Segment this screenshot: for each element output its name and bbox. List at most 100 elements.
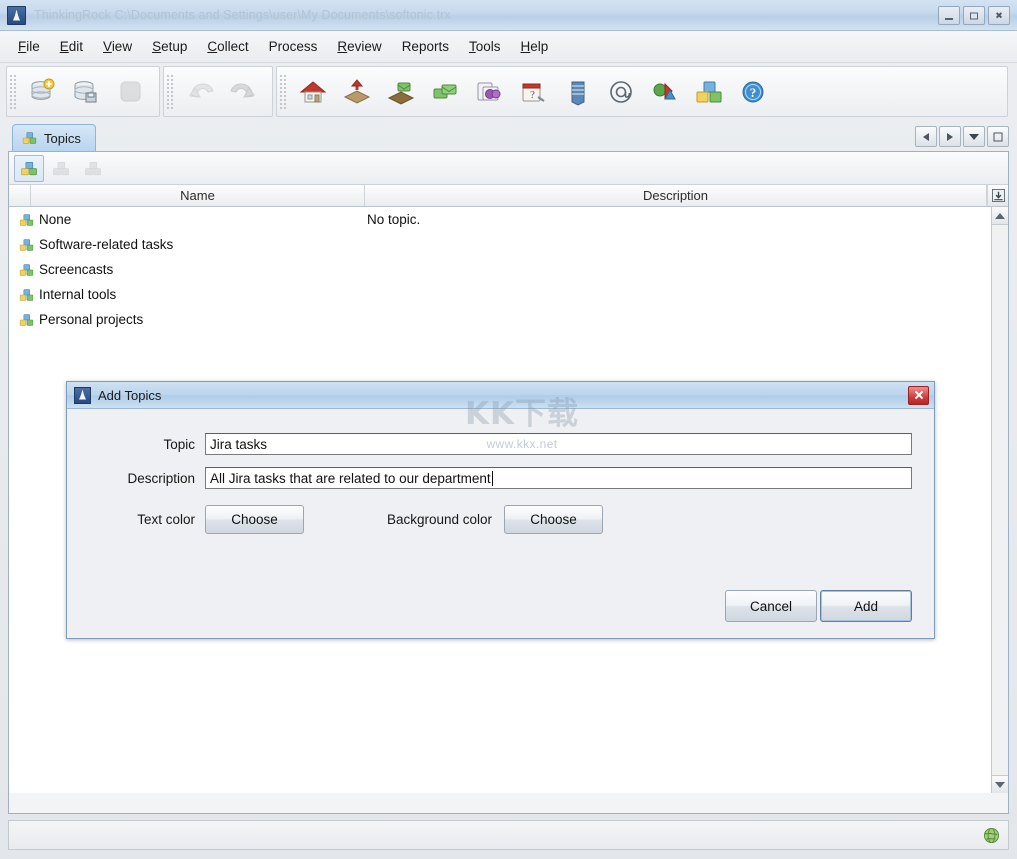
- dialog-title: Add Topics: [98, 388, 908, 403]
- table-settings-button[interactable]: [987, 185, 1008, 206]
- description-field-row: Description All Jira tasks that are rela…: [89, 467, 912, 489]
- toolbar-edit-group: [163, 66, 273, 117]
- topic-input-value: Jira tasks: [210, 437, 267, 452]
- chevron-down-icon: [995, 782, 1005, 788]
- column-header-name[interactable]: Name: [31, 185, 365, 206]
- vertical-scrollbar[interactable]: [991, 207, 1008, 793]
- window-controls: ✖: [938, 6, 1010, 25]
- topics-toolbar: [9, 152, 1008, 185]
- background-color-choose-button[interactable]: Choose: [504, 505, 603, 534]
- scroll-down-button[interactable]: [992, 775, 1008, 793]
- table-cell-name: Personal projects: [9, 312, 365, 328]
- table-row[interactable]: None No topic.: [9, 207, 1008, 232]
- window-titlebar: ThinkingRock C:\Documents and Settings\u…: [0, 0, 1017, 31]
- dialog-close-button[interactable]: [908, 386, 929, 405]
- topic-icon: [18, 287, 35, 303]
- topics-icon[interactable]: [687, 70, 731, 114]
- thinkingrock-icon: [74, 387, 91, 404]
- scroll-up-button[interactable]: [992, 207, 1008, 225]
- tab-scroll-right-button[interactable]: [939, 126, 961, 147]
- topic-input[interactable]: Jira tasks: [205, 433, 912, 455]
- chevron-left-icon: [923, 133, 929, 141]
- topic-icon: [18, 262, 35, 278]
- main-toolbar: ?: [6, 66, 1011, 117]
- topic-name: Personal projects: [39, 312, 143, 327]
- topic-icon: [18, 312, 35, 328]
- table-cell-name: Internal tools: [9, 287, 365, 303]
- application-window: ThinkingRock C:\Documents and Settings\u…: [0, 0, 1017, 859]
- table-row[interactable]: Internal tools: [9, 282, 1008, 307]
- thinkingrock-icon: [7, 6, 26, 25]
- menu-file[interactable]: File: [8, 35, 50, 58]
- topic-icon: [18, 237, 35, 253]
- tab-topics[interactable]: Topics: [12, 124, 96, 151]
- minimize-button[interactable]: [938, 6, 960, 25]
- tab-scroll-left-button[interactable]: [915, 126, 937, 147]
- menu-review[interactable]: Review: [327, 35, 391, 58]
- description-input[interactable]: All Jira tasks that are related to our d…: [205, 467, 912, 489]
- projects-icon[interactable]: [467, 70, 511, 114]
- background-color-label: Background color: [304, 512, 504, 527]
- table-row[interactable]: Personal projects: [9, 307, 1008, 332]
- add-topic-button[interactable]: [14, 155, 44, 182]
- database-blank-icon: [109, 70, 153, 114]
- database-save-icon[interactable]: [65, 70, 109, 114]
- future-items-icon[interactable]: ?: [511, 70, 555, 114]
- undo-icon: [178, 70, 222, 114]
- process-inbox-icon[interactable]: [379, 70, 423, 114]
- tab-navigation: [915, 126, 1009, 147]
- topic-name: Software-related tasks: [39, 237, 173, 252]
- svg-text:?: ?: [530, 89, 535, 101]
- globe-icon[interactable]: [983, 827, 1000, 844]
- menu-reports[interactable]: Reports: [392, 35, 459, 58]
- add-topics-dialog: Add Topics Topic Jira tasks Description …: [66, 381, 935, 639]
- edit-topic-button: [46, 155, 76, 182]
- toolbar-grip[interactable]: [166, 74, 175, 110]
- column-header-blank[interactable]: [9, 185, 31, 206]
- home-icon[interactable]: [291, 70, 335, 114]
- dialog-actions: Cancel Add: [725, 590, 912, 622]
- topic-field-row: Topic Jira tasks: [89, 433, 912, 455]
- maximize-icon: [994, 132, 1003, 141]
- description-input-value: All Jira tasks that are related to our d…: [210, 471, 491, 486]
- table-cell-name: None: [9, 212, 365, 228]
- tab-list-button[interactable]: [963, 126, 985, 147]
- table-row[interactable]: Software-related tasks: [9, 232, 1008, 257]
- menu-edit[interactable]: Edit: [50, 35, 93, 58]
- column-header-description[interactable]: Description: [365, 185, 987, 206]
- menu-tools[interactable]: Tools: [459, 35, 511, 58]
- close-icon: ✖: [995, 11, 1003, 20]
- help-icon[interactable]: ?: [731, 70, 775, 114]
- table-settings-icon: [992, 189, 1005, 202]
- reference-icon[interactable]: [555, 70, 599, 114]
- add-button[interactable]: Add: [820, 590, 912, 622]
- actions-icon[interactable]: [423, 70, 467, 114]
- menu-help[interactable]: Help: [510, 35, 558, 58]
- text-color-label: Text color: [89, 512, 205, 527]
- cancel-button[interactable]: Cancel: [725, 590, 817, 622]
- menu-process[interactable]: Process: [259, 35, 328, 58]
- menu-setup[interactable]: Setup: [142, 35, 197, 58]
- text-color-choose-button[interactable]: Choose: [205, 505, 304, 534]
- menu-collect[interactable]: Collect: [197, 35, 258, 58]
- criteria-icon[interactable]: [643, 70, 687, 114]
- maximize-button[interactable]: [963, 6, 985, 25]
- toolbar-grip[interactable]: [279, 74, 288, 110]
- toolbar-grip[interactable]: [9, 74, 18, 110]
- chevron-up-icon: [995, 213, 1005, 219]
- menubar: File Edit View Setup Collect Process Rev…: [0, 31, 1017, 63]
- chevron-down-icon: [969, 134, 979, 140]
- text-caret: [492, 471, 493, 486]
- topic-name: Screencasts: [39, 262, 113, 277]
- collect-inbox-icon[interactable]: [335, 70, 379, 114]
- topic-name: None: [39, 212, 71, 227]
- color-options-row: Text color Choose Background color Choos…: [89, 505, 912, 534]
- svg-text:?: ?: [750, 85, 757, 100]
- menu-view[interactable]: View: [93, 35, 142, 58]
- database-new-icon[interactable]: [21, 70, 65, 114]
- information-icon[interactable]: [599, 70, 643, 114]
- tab-maximize-button[interactable]: [987, 126, 1009, 147]
- dialog-body: Topic Jira tasks Description All Jira ta…: [67, 409, 934, 638]
- close-button[interactable]: ✖: [988, 6, 1010, 25]
- table-row[interactable]: Screencasts: [9, 257, 1008, 282]
